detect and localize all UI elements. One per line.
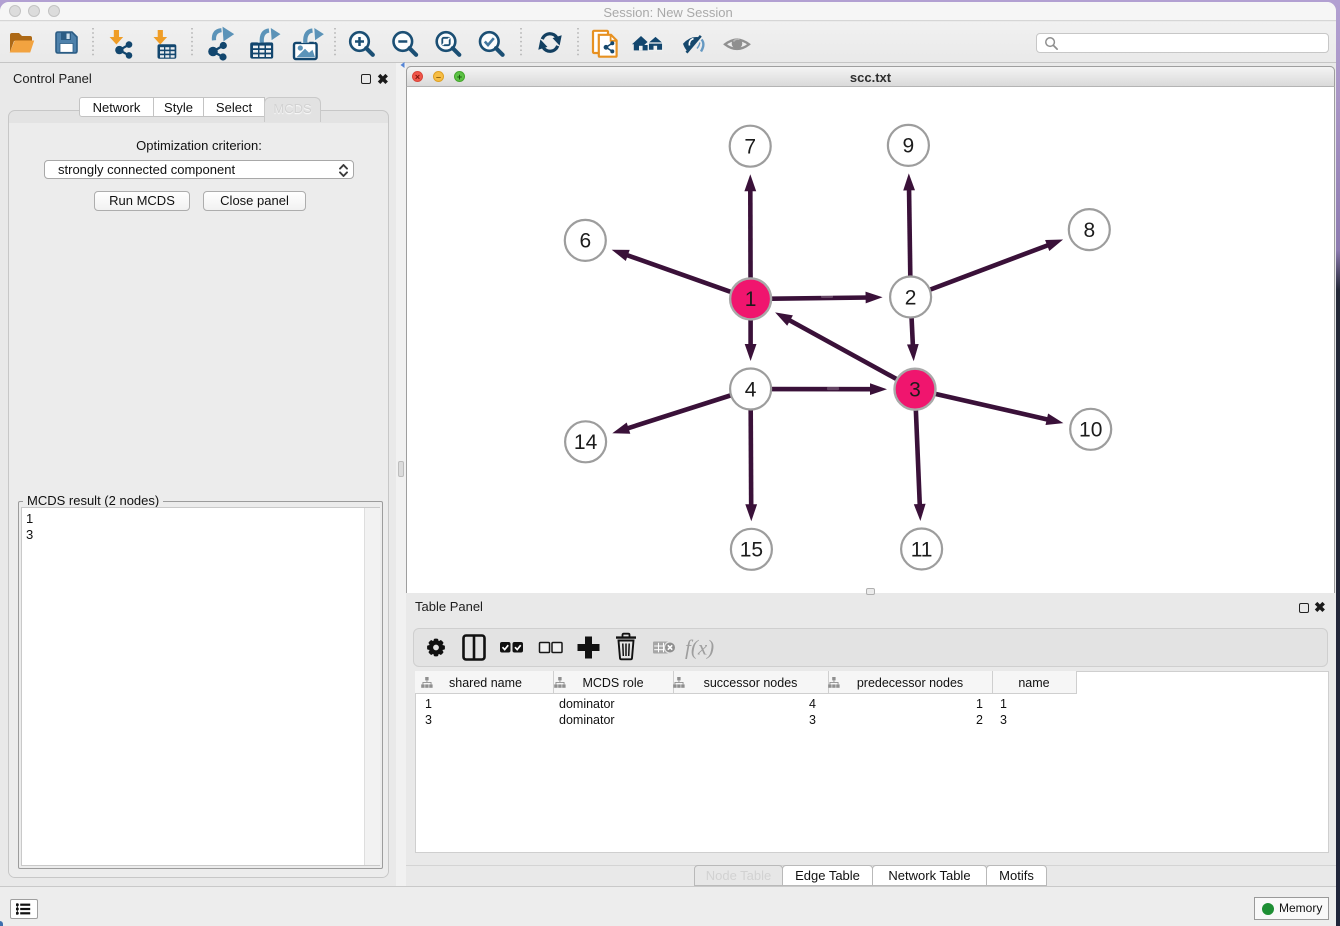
svg-text:2: 2 <box>905 286 917 309</box>
svg-text:8: 8 <box>1083 219 1095 242</box>
svg-text:f(x): f(x) <box>685 636 714 660</box>
svg-text:4: 4 <box>745 378 757 401</box>
svg-text:15: 15 <box>740 539 763 562</box>
svg-text:10: 10 <box>1079 419 1102 442</box>
svg-text:11: 11 <box>911 538 933 561</box>
svg-text:1: 1 <box>745 288 757 311</box>
svg-text:7: 7 <box>744 136 756 159</box>
svg-text:9: 9 <box>903 135 915 158</box>
svg-text:14: 14 <box>574 431 598 454</box>
svg-text:3: 3 <box>909 379 921 402</box>
svg-text:6: 6 <box>579 230 591 253</box>
